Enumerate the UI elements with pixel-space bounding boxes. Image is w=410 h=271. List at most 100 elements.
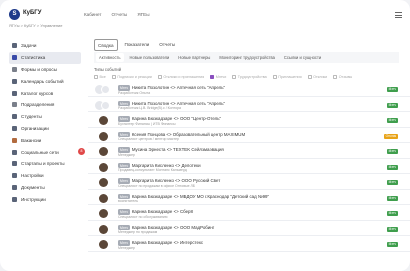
activity-text: Карина Бюзкадзаре <> ООО "Центр-Отель" bbox=[131, 116, 222, 121]
activity-row[interactable]: Мэтч Никита Позолотин <> Аптечная сеть "А… bbox=[88, 97, 410, 112]
checkbox[interactable] bbox=[111, 75, 116, 79]
sidebar-item[interactable]: Организации bbox=[9, 123, 81, 135]
filter-label: Все bbox=[99, 75, 106, 79]
tasks-icon bbox=[12, 43, 17, 49]
activity-row[interactable]: Мэтч Маргарита Кисленко <> Делотеки Продав… bbox=[88, 159, 410, 174]
activity-text: Никита Позолотин <> Аптечная сеть "Апрел… bbox=[131, 85, 226, 90]
sidebar-item-label: Документы bbox=[21, 184, 45, 190]
breadcrumb[interactable]: ЯГУы > КуБГУ > Управление bbox=[9, 23, 63, 28]
sidebar-item[interactable]: Студенты bbox=[9, 111, 81, 123]
sidebar-item[interactable]: Статистика bbox=[9, 51, 81, 64]
status-badge: Отклик bbox=[383, 133, 398, 139]
sidebar-item[interactable]: Подразделения bbox=[9, 99, 81, 111]
status-badge: Мэтч bbox=[386, 242, 398, 247]
filter-option[interactable]: Все bbox=[94, 75, 106, 79]
filter-option[interactable]: Подписки и реакции bbox=[111, 75, 152, 79]
top-nav-item[interactable]: Отчеты bbox=[111, 12, 127, 17]
activity-subtitle: Бухгалтер Финансы | ИТВ Финансы bbox=[118, 121, 176, 126]
activity-subtitle: Продавец-консультант Монтанс Кальмерд bbox=[118, 168, 187, 172]
sidebar-item-label: Социальные сети bbox=[21, 149, 59, 155]
top-nav-item[interactable]: ЯГЕы bbox=[137, 12, 149, 17]
sidebar-item[interactable]: Инструкции bbox=[9, 193, 81, 205]
sidebar-item-label: Инструкции bbox=[21, 196, 46, 202]
activity-subtitle: Специалист центров / ментор мастер bbox=[118, 137, 179, 141]
activity-row[interactable]: Мэтч Никита Позолотин <> Аптечная сеть "А… bbox=[88, 81, 410, 97]
avatar bbox=[99, 224, 108, 234]
subtabs: Активность Новые пользователи Новые партне… bbox=[94, 52, 399, 63]
filter-option[interactable]: Приглашения bbox=[272, 75, 302, 79]
checkbox[interactable] bbox=[232, 75, 237, 79]
checkbox[interactable] bbox=[307, 75, 312, 79]
sidebar-item-label: Каталог курсов bbox=[21, 90, 54, 96]
status-badge: Мэтч bbox=[386, 164, 398, 170]
sidebar-item-label: Задачи bbox=[21, 43, 37, 49]
activity-list: Мэтч Никита Позолотин <> Аптечная сеть "А… bbox=[88, 81, 410, 252]
activity-subtitle: Менеджер bbox=[118, 152, 135, 157]
settings-icon bbox=[12, 173, 17, 179]
subtab[interactable]: Новые пользователи bbox=[127, 53, 173, 62]
activity-row[interactable]: Мэтч Маргарита Кисленко <> ООО Русский Св… bbox=[88, 174, 410, 190]
filter-option[interactable]: Мэтчи bbox=[210, 75, 226, 79]
avatar bbox=[99, 178, 108, 187]
status-badge: Мэтч bbox=[386, 211, 398, 216]
sidebar-item[interactable]: Настройки bbox=[9, 170, 81, 182]
activity-subtitle: Менеджер bbox=[118, 245, 135, 250]
checkbox[interactable] bbox=[94, 75, 98, 79]
sidebar-item[interactable]: Каталог курсов bbox=[9, 87, 81, 99]
activity-text: Ксения Понцова <> Образовательный центр … bbox=[131, 131, 246, 137]
checkbox[interactable] bbox=[157, 75, 162, 79]
activity-subtitle: воспитатель bbox=[118, 199, 139, 203]
event-types-label: Типы событий bbox=[94, 67, 122, 72]
sidebar-item[interactable]: Стартапы и проекты bbox=[9, 158, 81, 170]
avatar bbox=[99, 193, 108, 203]
status-badge: Мэтч bbox=[386, 195, 398, 201]
event-type-filters: Все Подписки и реакции Отклики и приглашен… bbox=[94, 75, 352, 79]
sidebar-item-label: Вакансии bbox=[21, 137, 42, 143]
tab[interactable]: Отчеты bbox=[156, 39, 178, 51]
tab[interactable]: Сводка bbox=[94, 39, 118, 51]
checkbox[interactable] bbox=[272, 75, 277, 79]
status-badge: Мэтч bbox=[386, 149, 398, 154]
filter-option[interactable]: Отклики bbox=[307, 75, 327, 79]
sidebar-item[interactable]: Документы bbox=[9, 182, 81, 194]
activity-subtitle: Специалист по продажам в офисе Оптовые Л… bbox=[118, 183, 196, 188]
activity-row[interactable]: Мэтч Карина Бюзкадзаре <> Сбер8 Специалист… bbox=[88, 205, 410, 221]
activity-row[interactable]: Мэтч Мусина Эрнеста <> TEXTEK Сейлзмаэвац… bbox=[88, 143, 410, 159]
subtab[interactable]: Мониторинг трудоустройства bbox=[216, 53, 278, 62]
filter-label: Мэтчи bbox=[215, 75, 227, 79]
activity-text: Карина Бюзкадзаре <> Сбер8 bbox=[131, 209, 193, 214]
sidebar-item[interactable]: Вакансии bbox=[9, 134, 81, 146]
menu-icon[interactable] bbox=[395, 12, 402, 18]
subtab[interactable]: Активность bbox=[96, 53, 124, 62]
activity-row[interactable]: Мэтч Ксения Понцова <> Образовательный це… bbox=[88, 128, 410, 143]
status-badge: Мэтч bbox=[386, 118, 398, 123]
avatar bbox=[99, 240, 108, 249]
activity-text: Карина Бюзкадзаре <> ООО МадРобинг bbox=[131, 224, 215, 230]
filter-label: Отклики и приглашения bbox=[163, 75, 205, 79]
sidebar-item[interactable]: Социальные сети 8 bbox=[9, 146, 85, 158]
stats-icon bbox=[12, 55, 17, 61]
activity-row[interactable]: Мэтч Карина Бюзкадзаре <> ООО "Центр-Отел… bbox=[88, 112, 410, 128]
activity-subtitle: Менеджер по продажам bbox=[118, 230, 158, 234]
checkbox[interactable] bbox=[333, 75, 338, 79]
avatar bbox=[99, 162, 108, 172]
sidebar-item[interactable]: Формы и опросы bbox=[9, 64, 81, 76]
sidebar-item[interactable]: Задачи bbox=[9, 40, 81, 52]
filter-option[interactable]: Отзывы bbox=[333, 75, 352, 79]
checkbox[interactable] bbox=[210, 75, 215, 79]
subtab[interactable]: Ссылки и сущности bbox=[281, 53, 324, 62]
activity-title: Мэтч Карина Бюзкадзаре <> МБДОУ МО г.Крас… bbox=[118, 194, 269, 200]
activity-row[interactable]: Мэтч Карина Бюзкадзаре <> ООО МадРобинг Ме… bbox=[88, 221, 410, 236]
top-nav-item[interactable]: Кабинет bbox=[84, 12, 101, 17]
status-badge: Мэтч bbox=[386, 102, 398, 108]
activity-row[interactable]: Мэтч Карина Бюзкадзаре <> МБДОУ МО г.Крас… bbox=[88, 190, 410, 205]
social-icon bbox=[12, 149, 17, 155]
tab[interactable]: Показатели bbox=[122, 39, 153, 51]
tabs: Сводка Показатели Отчеты bbox=[94, 39, 178, 51]
activity-row[interactable]: Мэтч Карина Бюзкадзаре <> Интерстекс Менед… bbox=[88, 236, 410, 252]
sidebar-item[interactable]: Календарь событий bbox=[9, 75, 81, 87]
filter-option[interactable]: Трудоустройства bbox=[232, 75, 267, 79]
calendar-icon bbox=[12, 78, 17, 84]
subtab[interactable]: Новые партнеры bbox=[175, 53, 213, 62]
filter-option[interactable]: Отклики и приглашения bbox=[157, 75, 205, 79]
